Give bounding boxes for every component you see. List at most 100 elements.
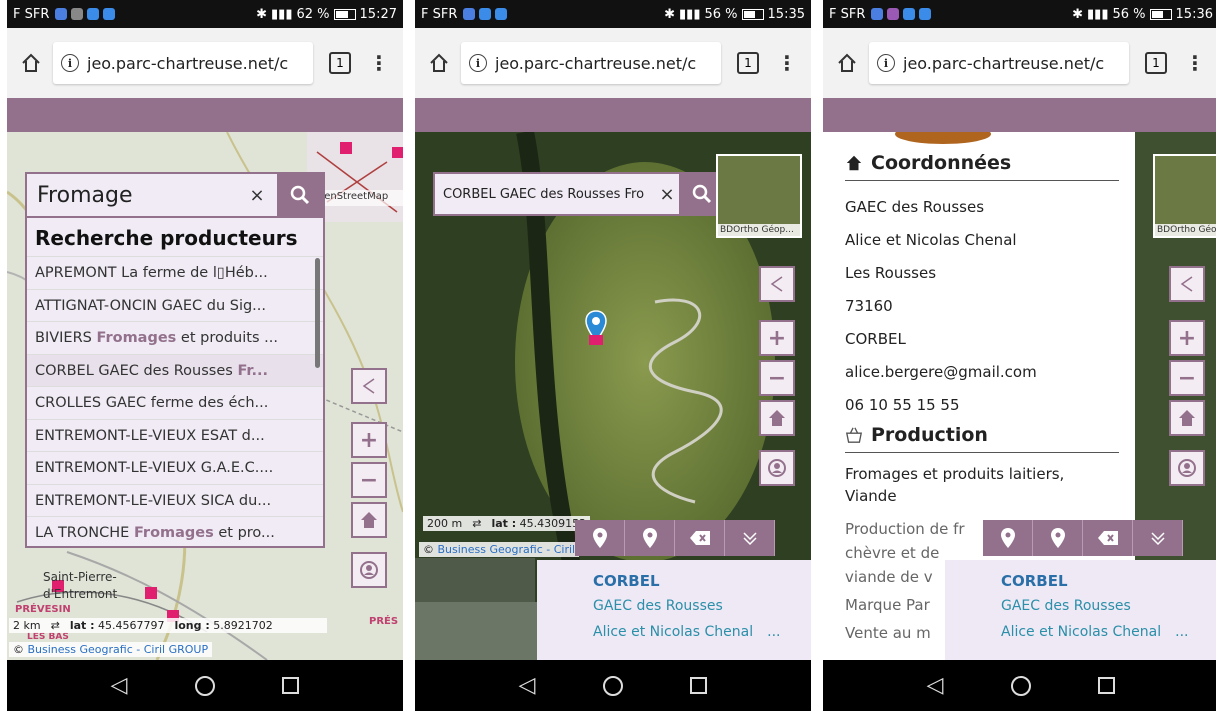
producer-summary-card[interactable]: CORBEL GAEC des Rousses Alice et Nicolas… [537,560,811,660]
result-item[interactable]: ATTIGNAT-ONCIN GAEC du Sig... [27,288,323,322]
share-icon [1180,276,1193,292]
home-button[interactable] [17,49,45,77]
clear-selection-button[interactable] [675,520,725,556]
result-text: APREMONT La ferme de l▯Héb... [35,265,268,281]
result-highlight: Fromages [133,525,214,541]
result-text: et produits ... [176,330,278,346]
geolocate-button[interactable] [759,450,795,486]
zoom-out-button[interactable]: − [351,462,387,498]
recents-icon[interactable] [1098,677,1116,694]
info-icon[interactable]: i [877,54,895,72]
result-item[interactable]: CORBEL GAEC des Rousses Fr... [27,353,323,386]
long-label: long : [174,619,210,632]
lat-label: lat : [491,517,517,530]
zoom-out-button[interactable]: − [1169,360,1205,396]
collapse-panel-button[interactable] [1133,520,1183,556]
home-nav-icon[interactable] [602,675,623,696]
zoom-in-button[interactable]: + [759,320,795,356]
copyright-symbol: © [423,543,434,556]
map-view[interactable]: CORBEL GAEC des Rousses Fro × BDOrtho Gé… [415,132,811,660]
search-button[interactable] [277,174,323,216]
basemap-switcher-thumbnail[interactable]: BDOrtho Géop... [716,154,802,238]
home-extent-button[interactable] [351,502,387,538]
collapse-panel-button[interactable] [725,520,775,556]
share-button[interactable] [759,266,795,302]
tab-switcher-button[interactable]: 1 [1145,52,1167,74]
result-item[interactable]: ENTREMONT-LE-VIEUX SICA du... [27,483,323,517]
result-text: ENTREMONT-LE-VIEUX SICA du... [35,492,272,509]
results-scrollbar[interactable] [315,258,320,368]
phone-screen-map-result: F SFR ✱ ▮▮▮ 56 % 15:35 i jeo.parc-chartr… [415,0,811,711]
more-link[interactable]: ... [1175,624,1188,640]
url-bar[interactable]: i jeo.parc-chartreuse.net/c [461,42,721,84]
home-nav-icon[interactable] [194,675,215,696]
overflow-menu-icon[interactable]: ⋮ [369,53,389,73]
contact-line[interactable]: alice.bergere@gmail.com [845,356,1119,389]
status-bar: F SFR ✱ ▮▮▮ 56 % 15:35 [415,0,811,28]
plus-icon: + [767,325,787,351]
geolocate-button[interactable] [1169,450,1205,486]
overflow-menu-icon[interactable]: ⋮ [1185,53,1205,73]
search-box: CORBEL GAEC des Rousses Fro × [433,172,727,216]
lat-label: lat : [69,619,95,632]
result-highlight: Fromages [96,330,177,346]
result-item[interactable]: LA TRONCHE Fromages et pro... [27,516,323,546]
tab-switcher-button[interactable]: 1 [329,52,351,74]
share-button[interactable] [1169,266,1205,302]
home-icon [838,53,856,72]
share-button[interactable] [351,368,387,404]
locate-button[interactable] [983,520,1033,556]
home-extent-button[interactable] [1169,400,1205,436]
clear-search-button[interactable]: × [655,174,679,214]
home-extent-button[interactable] [759,400,795,436]
back-icon[interactable]: ◁ [927,673,944,698]
clear-selection-button[interactable] [1083,520,1133,556]
attribution-link[interactable]: Business Geografic - Ciril GROUP [28,643,209,656]
basemap-switcher-thumbnail[interactable]: BDOrtho Géop... [1153,154,1216,238]
locate-button[interactable] [575,520,625,556]
swap-icon[interactable]: ⇄ [51,619,60,632]
result-item[interactable]: ENTREMONT-LE-VIEUX ESAT d... [27,418,323,452]
info-icon[interactable]: i [61,54,79,72]
swap-icon[interactable]: ⇄ [472,517,481,530]
recents-icon[interactable] [282,677,300,694]
url-bar[interactable]: i jeo.parc-chartreuse.net/c [869,42,1129,84]
producer-marker-icon[interactable] [585,310,607,346]
product-photo-edge [895,132,991,144]
locate-button[interactable] [625,520,675,556]
back-icon[interactable]: ◁ [519,673,536,698]
overflow-menu-icon[interactable]: ⋮ [777,53,797,73]
geolocate-button[interactable] [351,552,387,588]
clear-search-button[interactable]: × [237,174,277,216]
battery-icon [741,8,764,20]
result-item[interactable]: ENTREMONT-LE-VIEUX G.A.E.C.... [27,451,323,484]
result-item[interactable]: APREMONT La ferme de l▯Héb... [27,256,323,289]
map-view[interactable]: BDOrtho Géop... + − Coordonnées GAEC des… [823,132,1216,660]
browser-toolbar: i jeo.parc-chartreuse.net/c 1 ⋮ [823,28,1216,127]
back-icon[interactable]: ◁ [111,673,128,698]
site-header-bar [7,98,403,132]
url-bar[interactable]: i jeo.parc-chartreuse.net/c [53,42,313,84]
locate-button[interactable] [1033,520,1083,556]
zoom-in-button[interactable]: + [351,422,387,458]
browser-toolbar: i jeo.parc-chartreuse.net/c 1 ⋮ [7,28,403,127]
producer-summary-card[interactable]: CORBEL GAEC des Rousses Alice et Nicolas… [945,560,1216,660]
result-item[interactable]: CROLLES GAEC ferme des éch... [27,386,323,419]
zoom-out-button[interactable]: − [759,360,795,396]
home-button[interactable] [425,49,453,77]
zoom-in-button[interactable]: + [1169,320,1205,356]
producer-contacts: Alice et Nicolas Chenal [593,624,754,640]
app-notification-icon [871,8,884,20]
recents-icon[interactable] [690,677,708,694]
attribution-link[interactable]: Business Geografic - Ciril [438,543,576,556]
search-input[interactable]: Fromage [27,174,237,216]
tab-switcher-button[interactable]: 1 [737,52,759,74]
town-label: Saint-Pierre- [43,570,117,584]
home-nav-icon[interactable] [1010,675,1031,696]
info-icon[interactable]: i [469,54,487,72]
map-view[interactable]: OpenStreetMap Saint-Pierre- d'Entremont … [7,132,403,660]
home-button[interactable] [833,49,861,77]
search-input[interactable]: CORBEL GAEC des Rousses Fro [435,174,655,214]
result-item[interactable]: BIVIERS Fromages et produits ... [27,321,323,354]
more-link[interactable]: ... [767,624,780,640]
